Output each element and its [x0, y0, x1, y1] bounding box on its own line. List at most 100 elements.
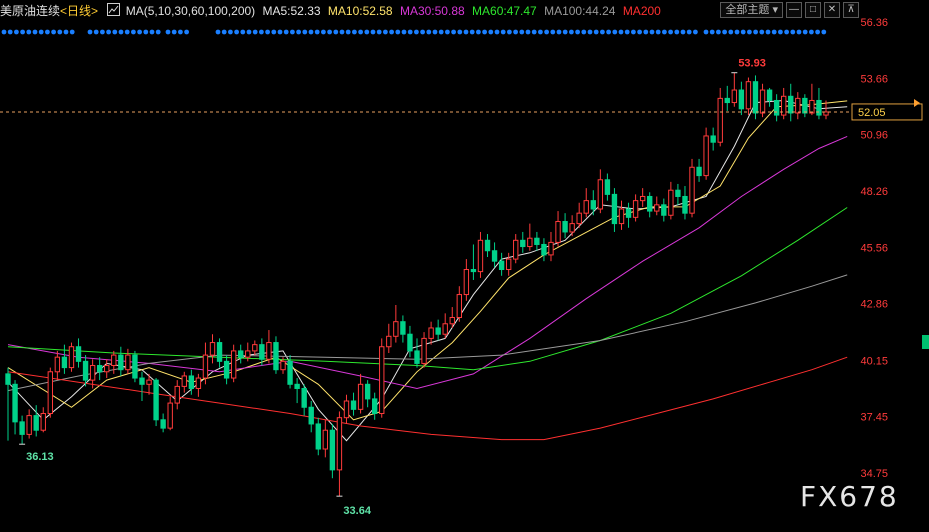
marker-dot — [432, 29, 438, 35]
extreme-label: 36.13 — [26, 451, 54, 463]
marker-dot — [618, 29, 624, 35]
marker-dot — [556, 29, 562, 35]
candle-body — [273, 342, 279, 371]
candle-body — [372, 398, 378, 415]
marker-dot — [703, 29, 709, 35]
candle-body — [802, 97, 808, 114]
marker-dot — [693, 29, 698, 35]
marker-dot — [784, 29, 789, 35]
marker-dot — [544, 29, 549, 35]
marker-dot — [32, 29, 38, 35]
y-tick-label: 45.56 — [860, 242, 888, 254]
candle-body — [625, 208, 632, 218]
marker-dot — [407, 29, 413, 35]
marker-dot — [131, 29, 136, 35]
candle-body — [689, 166, 695, 214]
candle-body — [435, 327, 441, 335]
marker-dot — [747, 29, 752, 35]
marker-dot — [100, 29, 105, 35]
candle-body — [322, 429, 329, 450]
marker-dot — [271, 29, 277, 35]
last-price-label: 52.05 — [858, 107, 886, 119]
marker-dot — [740, 29, 746, 35]
candle-body — [379, 346, 385, 415]
price-chart[interactable]: 56.36 53.66 50.96 48.26 45.56 42.86 40.15 37.45… — [0, 0, 929, 532]
candle-body — [639, 195, 646, 202]
marker-dot — [759, 29, 765, 35]
candle-body — [668, 189, 674, 216]
candle-body — [287, 360, 293, 385]
candle-body — [513, 239, 519, 260]
candle-body — [647, 195, 653, 212]
marker-dot — [606, 29, 611, 35]
candle-body — [470, 269, 477, 273]
marker-dot — [488, 29, 494, 35]
candle-body — [89, 365, 96, 381]
ma-line-ma30 — [7, 135, 848, 390]
candle-body — [449, 317, 455, 325]
candle-body — [125, 354, 131, 371]
candle-body — [160, 419, 166, 429]
marker-dot — [370, 29, 376, 35]
candle-body — [498, 260, 505, 271]
marker-dot — [246, 29, 252, 35]
candle-body — [40, 413, 46, 431]
y-tick-label: 53.66 — [860, 73, 888, 85]
candle-body — [61, 356, 68, 369]
marker-dot — [778, 29, 783, 35]
candle-body — [654, 204, 660, 212]
candle-body — [195, 377, 202, 389]
candle-body — [414, 350, 420, 364]
marker-dot — [401, 29, 407, 35]
candle-body — [19, 421, 25, 435]
marker-dot — [519, 29, 525, 35]
y-tick-label: 50.96 — [860, 130, 888, 142]
marker-dot — [265, 29, 270, 35]
candle-body — [259, 344, 265, 360]
marker-dot — [352, 29, 357, 35]
candle-body — [301, 387, 307, 408]
candle-body — [393, 321, 399, 337]
candle-body — [146, 379, 152, 385]
marker-dot — [426, 29, 432, 35]
candle-body — [477, 239, 484, 273]
marker-dot — [290, 29, 295, 35]
candle-body — [54, 356, 61, 373]
candle-body — [766, 89, 773, 101]
marker-dot — [581, 29, 587, 35]
candle-body — [541, 243, 547, 256]
marker-dot — [624, 29, 630, 35]
marker-dot — [631, 29, 636, 35]
candle-body — [336, 417, 343, 471]
marker-dot — [809, 29, 814, 35]
marker-dot — [649, 29, 655, 35]
candle-body — [703, 135, 709, 177]
marker-dot — [93, 29, 99, 35]
marker-dot — [716, 29, 721, 35]
candle-body — [315, 423, 321, 450]
marker-dot — [507, 29, 512, 35]
marker-dot — [538, 29, 543, 35]
marker-dot — [63, 29, 69, 35]
marker-dot — [106, 29, 111, 35]
candle-body — [724, 97, 730, 104]
candle-body — [738, 89, 745, 110]
marker-dot — [228, 29, 233, 35]
candle-body — [5, 373, 11, 385]
candle-body — [238, 350, 244, 358]
marker-dot — [771, 29, 777, 35]
candle-body — [590, 200, 596, 210]
marker-dot — [796, 29, 802, 35]
marker-dot — [184, 29, 190, 35]
marker-dot — [240, 29, 246, 35]
candle-body — [216, 342, 223, 362]
marker-dot — [476, 29, 481, 35]
candle-body — [132, 354, 138, 379]
marker-dot — [494, 29, 500, 35]
marker-dot — [525, 29, 531, 35]
candle-body — [12, 383, 18, 423]
marker-dot — [112, 29, 118, 35]
candle-body — [407, 333, 413, 352]
marker-dot — [531, 29, 537, 35]
candle-body — [463, 269, 470, 296]
